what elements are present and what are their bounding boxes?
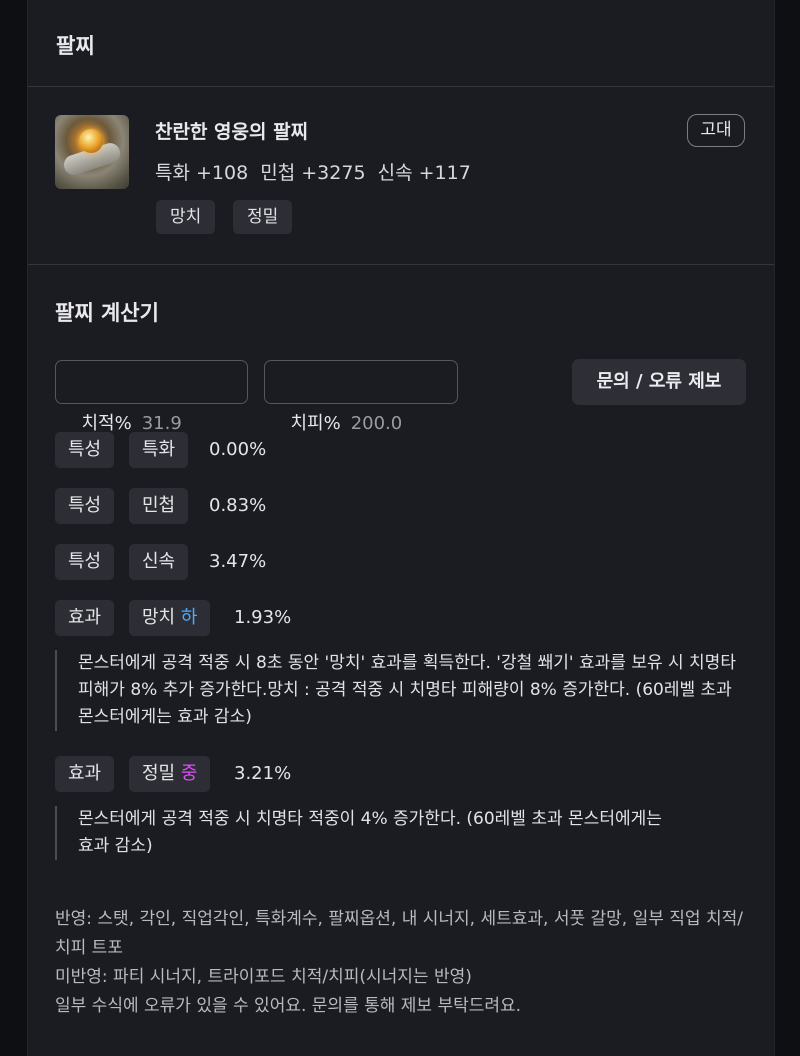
row-category: 특성: [55, 488, 115, 524]
item-stats: 특화 +108 민첩 +3275 신속 +117: [155, 162, 471, 184]
crit-rate-value: 31.9: [141, 413, 182, 434]
item-name: 찬란한 영웅의 팔찌: [155, 121, 309, 143]
crit-damage-label: 치피%: [290, 413, 341, 434]
crit-rate-input[interactable]: 치적% 31.9: [55, 360, 248, 434]
row-name: 민첩: [129, 488, 189, 524]
grade-badge: 고대: [687, 114, 745, 147]
crit-rate-label: 치적%: [81, 413, 132, 434]
row-percent: 0.83%: [209, 495, 267, 516]
effect-name: 망치: [142, 607, 176, 628]
effect-description: 몬스터에게 공격 적중 시 8초 동안 '망치' 효과를 획득한다. '강철 쐐…: [55, 650, 745, 731]
effect-description: 몬스터에게 공격 적중 시 치명타 적중이 4% 증가한다. (60레벨 초과 …: [55, 806, 675, 860]
notice-note: 일부 수식에 오류가 있을 수 있어요. 문의를 통해 제보 부탁드려요.: [55, 996, 522, 1016]
row-name: 신속: [129, 544, 189, 580]
row-name: 특화: [129, 432, 189, 468]
effect-grade: 하: [180, 607, 198, 628]
footer-notes: 반영: 스탯, 각인, 직업각인, 특화계수, 팔찌옵션, 내 시너지, 세트효…: [55, 905, 745, 1021]
panel-header: 팔찌: [28, 0, 774, 87]
row-percent: 3.47%: [209, 551, 267, 572]
row-category: 특성: [55, 432, 115, 468]
row-percent: 0.00%: [209, 439, 267, 460]
row-category: 특성: [55, 544, 115, 580]
effect-name: 정밀: [142, 763, 176, 784]
effect-grade: 중: [180, 763, 198, 784]
report-error-button[interactable]: 문의 / 오류 제보: [572, 359, 746, 405]
calculator-title: 팔찌 계산기: [55, 301, 159, 325]
row-category: 효과: [55, 600, 115, 636]
not-applied-note: 미반영: 파티 시너지, 트라이포드 치적/치피(시너지는 반영): [55, 967, 472, 987]
item-tag: 정밀: [233, 200, 293, 234]
applied-note: 반영: 스탯, 각인, 직업각인, 특화계수, 팔찌옵션, 내 시너지, 세트효…: [55, 909, 743, 958]
row-category: 효과: [55, 756, 115, 792]
row-name-with-grade: 망치 하: [129, 600, 211, 636]
row-percent: 3.21%: [234, 763, 292, 784]
page-title: 팔찌: [56, 34, 95, 58]
crit-damage-value: 200.0: [350, 413, 403, 434]
item-tag: 망치: [156, 200, 216, 234]
crit-damage-input[interactable]: 치피% 200.0: [264, 360, 458, 434]
bracelet-icon: [55, 115, 129, 189]
row-percent: 1.93%: [234, 607, 292, 628]
row-name-with-grade: 정밀 중: [129, 756, 211, 792]
